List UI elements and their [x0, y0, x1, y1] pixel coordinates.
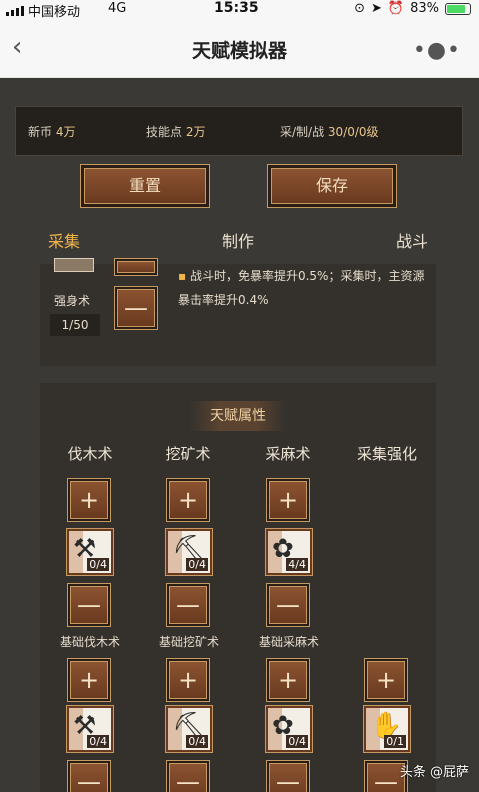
- featured-talent-panel: 强身术 — 1/50 ▪ 战斗时，免暴率提升0.5%；采集时，主资源暴击率提升0…: [40, 258, 436, 366]
- skill-slot[interactable]: ⚒ 0/4: [67, 706, 113, 752]
- rotation-lock-icon: ⊙: [354, 1, 365, 16]
- minus-button[interactable]: —: [114, 286, 158, 330]
- location-icon: ➤: [371, 1, 382, 16]
- coin-stat: 新币 4万: [28, 125, 76, 139]
- minus-button[interactable]: —: [166, 583, 210, 627]
- more-dots-icon[interactable]: •●•: [413, 38, 461, 63]
- watermark: 头条 @屁萨: [399, 765, 469, 780]
- tab-bar: 采集 制作 战斗: [0, 228, 479, 261]
- minus-button[interactable]: —: [67, 583, 111, 627]
- plus-button[interactable]: +: [364, 658, 408, 702]
- tab-craft[interactable]: 制作: [222, 228, 254, 252]
- skill-slot[interactable]: ✋ 0/1: [364, 706, 410, 752]
- level-stat: 采/制/战 30/0/0级: [280, 125, 379, 139]
- skill-label: 基础挖矿术: [158, 635, 219, 649]
- bullet-icon: ▪: [178, 269, 190, 283]
- column-title: 采集强化: [356, 445, 417, 463]
- reset-button[interactable]: 重置: [80, 164, 210, 208]
- section-title: 天赋属性: [190, 401, 286, 431]
- battery-percent: 83%: [410, 1, 439, 16]
- plus-button[interactable]: +: [67, 478, 111, 522]
- talent-description: ▪ 战斗时，免暴率提升0.5%；采集时，主资源暴击率提升0.4%: [178, 269, 425, 307]
- talent-simulator: 新币 4万 技能点 2万 采/制/战 30/0/0级 重置 保存 采集 制作 战…: [0, 78, 479, 792]
- skill-point-stat: 技能点 2万: [146, 125, 206, 139]
- talent-level: 1/50: [50, 314, 100, 336]
- plus-button[interactable]: +: [266, 478, 310, 522]
- nav-bar: ‹ 天赋模拟器 •●•: [0, 20, 479, 78]
- minus-button[interactable]: —: [266, 760, 310, 792]
- plus-button[interactable]: +: [67, 658, 111, 702]
- skill-slot[interactable]: ⛏ 0/4: [166, 529, 212, 575]
- status-bar: 中国移动 4G 15:35 ⊙ ➤ ⏰ 83%: [0, 0, 479, 20]
- page-title: 天赋模拟器: [191, 40, 287, 62]
- skill-label: 基础采麻术: [258, 635, 319, 649]
- tab-gather[interactable]: 采集: [48, 228, 80, 252]
- skill-slot[interactable]: ⚒ 0/4: [67, 529, 113, 575]
- minus-button[interactable]: —: [266, 583, 310, 627]
- save-button[interactable]: 保存: [267, 164, 397, 208]
- column-title: 挖矿术: [165, 445, 211, 463]
- carrier-name: 中国移动: [28, 5, 81, 20]
- minus-button[interactable]: —: [166, 760, 210, 792]
- plus-button[interactable]: +: [166, 478, 210, 522]
- clock: 15:35: [214, 0, 259, 16]
- talent-icon: [54, 258, 94, 272]
- battery-icon: [445, 2, 471, 15]
- column-title: 采麻术: [265, 445, 311, 463]
- signal-icon: [6, 4, 24, 16]
- tab-combat[interactable]: 战斗: [396, 228, 428, 252]
- plus-button[interactable]: +: [266, 658, 310, 702]
- column-title: 伐木术: [67, 445, 113, 463]
- alarm-icon: ⏰: [387, 1, 405, 16]
- skill-slot[interactable]: ✿ 0/4: [266, 706, 312, 752]
- talent-name: 强身术: [54, 294, 91, 308]
- currency-bar: 新币 4万 技能点 2万 采/制/战 30/0/0级: [15, 106, 463, 156]
- skill-label: 基础伐木术: [59, 635, 120, 649]
- talent-attributes-panel: 天赋属性 伐木术 挖矿术 采麻术 采集强化 + + + ⚒ 0/4 ⛏ 0/4 …: [40, 383, 436, 792]
- network-type: 4G: [108, 1, 127, 16]
- skill-slot[interactable]: ✿ 4/4: [266, 529, 312, 575]
- plus-button[interactable]: [114, 258, 158, 276]
- minus-button[interactable]: —: [67, 760, 111, 792]
- plus-button[interactable]: +: [166, 658, 210, 702]
- skill-slot[interactable]: ⛏ 0/4: [166, 706, 212, 752]
